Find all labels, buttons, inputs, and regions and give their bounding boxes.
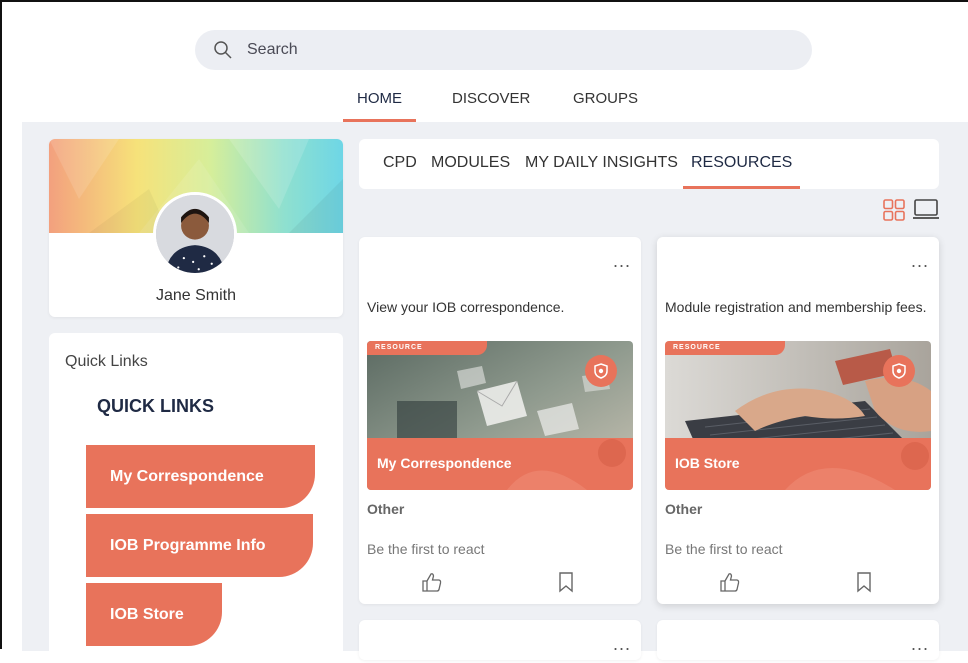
tab-home[interactable]: HOME: [343, 90, 416, 122]
shield-icon: [883, 355, 915, 387]
tab-my-daily-insights[interactable]: MY DAILY INSIGHTS: [525, 154, 678, 189]
tab-cpd-label: CPD: [383, 154, 417, 171]
tab-my-daily-insights-label: MY DAILY INSIGHTS: [525, 154, 678, 171]
tab-modules[interactable]: MODULES: [431, 154, 510, 189]
more-options-icon[interactable]: ...: [613, 635, 631, 653]
card-category: Other: [665, 501, 703, 517]
bookmark-icon[interactable]: [855, 571, 873, 593]
shield-icon: [585, 355, 617, 387]
app-frame: Search HOME DISCOVER GROUPS Jane Smith Q…: [0, 0, 968, 663]
card-thumbnail[interactable]: RESOURCE IOB Store: [665, 341, 931, 490]
quick-links-heading: QUICK LINKS: [97, 396, 214, 416]
search-icon: [214, 41, 232, 59]
avatar[interactable]: [153, 192, 237, 276]
main-nav: HOME DISCOVER GROUPS: [22, 90, 968, 122]
tab-home-label: HOME: [357, 90, 402, 107]
view-toggle: [882, 198, 942, 222]
tab-discover[interactable]: DISCOVER: [452, 90, 530, 122]
resource-tag: RESOURCE: [665, 341, 785, 355]
avatar-photo: [156, 195, 234, 273]
more-options-icon[interactable]: ...: [911, 252, 929, 270]
tab-resources[interactable]: RESOURCES: [683, 154, 801, 189]
like-icon[interactable]: [719, 571, 741, 593]
resource-card[interactable]: ...: [657, 620, 939, 660]
card-description: Module registration and membership fees.: [665, 299, 927, 315]
more-options-icon[interactable]: ...: [613, 252, 631, 270]
grid-view-icon[interactable]: [882, 198, 906, 222]
top-bar: Search HOME DISCOVER GROUPS: [22, 2, 968, 122]
quick-link-iob-programme-info[interactable]: IOB Programme Info: [86, 514, 313, 577]
active-subtab-indicator: [683, 186, 801, 189]
tab-modules-label: MODULES: [431, 154, 511, 171]
profile-card: Jane Smith: [49, 139, 343, 317]
profile-name[interactable]: Jane Smith: [49, 287, 343, 305]
card-description: View your IOB correspondence.: [367, 299, 565, 315]
tab-cpd[interactable]: CPD: [383, 154, 417, 189]
list-view-icon[interactable]: [912, 198, 940, 222]
reaction-prompt: Be the first to react: [665, 541, 783, 557]
resource-tag: RESOURCE: [367, 341, 487, 355]
resource-card[interactable]: ... Module registration and membership f…: [657, 237, 939, 604]
tab-resources-label: RESOURCES: [691, 154, 793, 171]
card-thumbnail[interactable]: RESOURCE My Correspondence: [367, 341, 633, 490]
card-category: Other: [367, 501, 405, 517]
quick-links-panel: Quick Links QUICK LINKS My Correspondenc…: [49, 333, 343, 663]
tab-discover-label: DISCOVER: [452, 90, 531, 107]
card-title: IOB Store: [675, 455, 740, 471]
tab-groups-label: GROUPS: [573, 90, 639, 107]
main-content: Jane Smith Quick Links QUICK LINKS My Co…: [22, 122, 968, 663]
search-input[interactable]: Search: [247, 41, 298, 59]
card-title: My Correspondence: [377, 455, 512, 471]
more-options-icon[interactable]: ...: [911, 635, 929, 653]
content-tabs: CPD MODULES MY DAILY INSIGHTS RESOURCES: [359, 139, 939, 189]
tab-groups[interactable]: GROUPS: [573, 90, 638, 122]
quick-link-iob-store[interactable]: IOB Store: [86, 583, 222, 646]
quick-links-title: Quick Links: [65, 353, 148, 370]
reaction-prompt: Be the first to react: [367, 541, 485, 557]
bookmark-icon[interactable]: [557, 571, 575, 593]
quick-link-my-correspondence[interactable]: My Correspondence: [86, 445, 315, 508]
resource-card[interactable]: ...: [359, 620, 641, 660]
like-icon[interactable]: [421, 571, 443, 593]
resource-card[interactable]: ... View your IOB correspondence. RESOUR…: [359, 237, 641, 604]
search-bar[interactable]: Search: [195, 30, 812, 70]
